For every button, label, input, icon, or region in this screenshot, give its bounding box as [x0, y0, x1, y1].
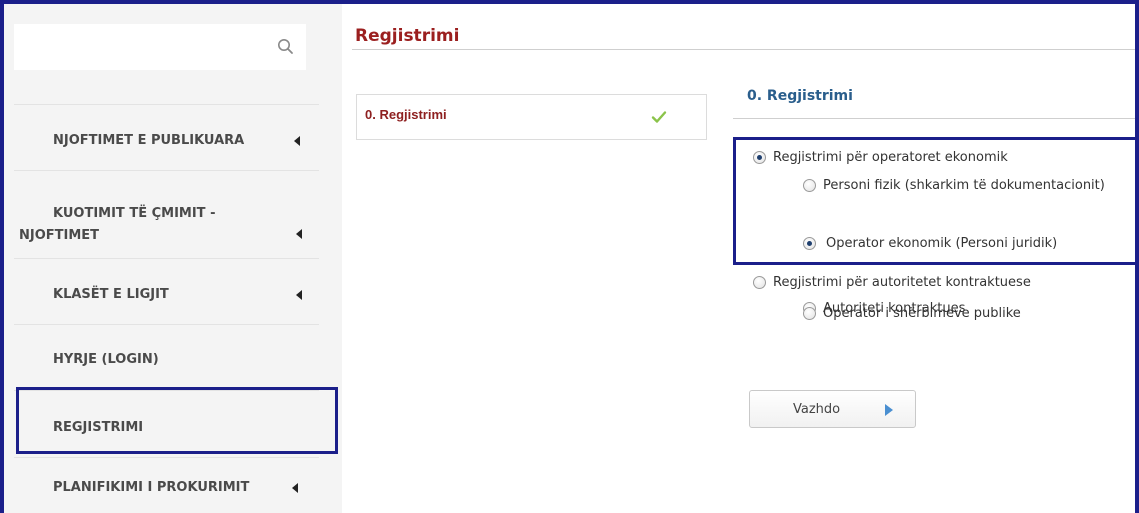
- caret-left-icon: [296, 290, 302, 300]
- sidebar-item-regjistrimi[interactable]: REGJISTRIMI: [14, 390, 319, 457]
- sidebar-item-label-line1: KUOTIMIT TË ÇMIMIT -: [53, 206, 216, 221]
- radio-button[interactable]: [753, 276, 766, 289]
- section-title: 0. Regjistrimi: [747, 88, 853, 104]
- sidebar-item-label: KLASËT E LIGJIT: [53, 287, 169, 302]
- sidebar-item-planifikimi-i-prokurimit[interactable]: PLANIFIKIMI I PROKURIMIT: [14, 457, 319, 513]
- sidebar-item-label: HYRJE (LOGIN): [53, 352, 159, 367]
- play-arrow-icon: [885, 404, 893, 416]
- continue-button[interactable]: Vazhdo: [749, 390, 916, 428]
- radio-label: Personi fizik (shkarkim të dokumentacion…: [823, 178, 1105, 193]
- radio-label: Operator i shërbimeve publike: [823, 306, 1021, 321]
- caret-left-icon: [296, 229, 302, 239]
- radio-label: Regjistrimi për operatoret ekonomik: [773, 150, 1008, 165]
- radio-label: Regjistrimi për autoritetet kontraktuese: [773, 275, 1031, 290]
- radio-button-checked[interactable]: [753, 151, 766, 164]
- title-divider: [352, 49, 1139, 50]
- sidebar-nav: NJOFTIMET E PUBLIKUARA KUOTIMIT TË ÇMIMI…: [14, 104, 319, 513]
- sidebar-item-label: KUOTIMIT TË ÇMIMIT - NJOFTIMET: [19, 203, 269, 247]
- search-icon[interactable]: [276, 37, 296, 57]
- sidebar-item-label: REGJISTRIMI: [53, 420, 144, 435]
- radio-button[interactable]: [803, 307, 816, 320]
- caret-left-icon: [292, 483, 298, 493]
- step-label: 0. Regjistrimi: [365, 107, 447, 122]
- search-box: [14, 24, 306, 70]
- sidebar-item-klaset-e-ligjit[interactable]: KLASËT E LIGJIT: [14, 258, 319, 324]
- sidebar-item-kuotimit-te-cmimit[interactable]: KUOTIMIT TË ÇMIMIT - NJOFTIMET: [14, 170, 319, 258]
- section-divider: [733, 118, 1139, 119]
- search-input[interactable]: [14, 24, 264, 70]
- radio-label: Operator ekonomik (Personi juridik): [826, 236, 1058, 251]
- sidebar: NJOFTIMET E PUBLIKUARA KUOTIMIT TË ÇMIMI…: [4, 4, 342, 513]
- caret-left-icon: [294, 136, 300, 146]
- continue-button-label: Vazhdo: [793, 402, 841, 417]
- radio-button[interactable]: [803, 179, 816, 192]
- page-title: Regjistrimi: [355, 26, 460, 46]
- radio-button-checked[interactable]: [803, 237, 816, 250]
- step-item[interactable]: 0. Regjistrimi: [356, 94, 707, 140]
- sidebar-item-label: PLANIFIKIMI I PROKURIMIT: [53, 480, 250, 495]
- sidebar-item-label: NJOFTIMET E PUBLIKUARA: [53, 133, 245, 148]
- sidebar-item-label-line2: NJOFTIMET: [19, 228, 100, 243]
- check-icon: [651, 111, 667, 123]
- sidebar-item-hyrje-login[interactable]: HYRJE (LOGIN): [14, 324, 319, 390]
- sidebar-item-njoftimet-e-publikuara[interactable]: NJOFTIMET E PUBLIKUARA: [14, 104, 319, 170]
